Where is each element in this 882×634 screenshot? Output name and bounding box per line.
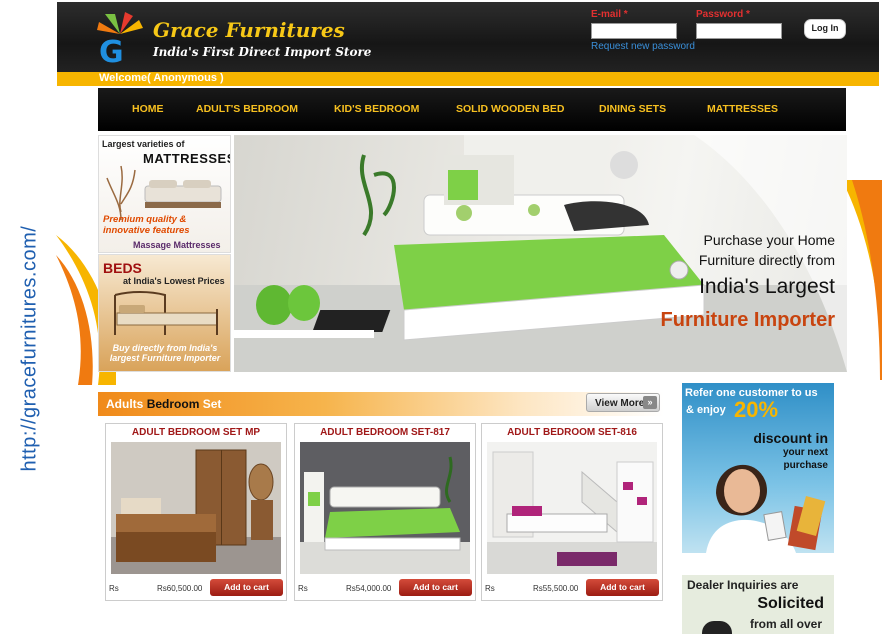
referral-percent: 20% (734, 397, 779, 422)
section-title-part2: Bedroom (146, 397, 200, 411)
product-card[interactable]: ADULT BEDROOM SET-817 Rs Rs54,000.00 Add… (294, 423, 476, 601)
promo-mattress-line1: Largest varieties of (102, 139, 185, 149)
promo-beds-caption: Buy directly from India's largest Furnit… (109, 343, 221, 363)
nav-item-home[interactable]: HOME (132, 88, 164, 131)
banner-line4: Furniture Importer (660, 309, 835, 331)
side-url-text: http://gracefurnitures.com/ (18, 225, 41, 472)
product-image[interactable] (111, 442, 281, 574)
promo-beds-heading: BEDS (103, 260, 142, 276)
product-title: ADULT BEDROOM SET MP (131, 427, 261, 438)
decorative-swoosh-right (842, 180, 882, 380)
section-title-part1: Adults (106, 397, 144, 411)
dealer-person-image (702, 621, 732, 634)
promo-beds[interactable]: BEDS at India's Lowest Prices Buy direct… (98, 254, 231, 372)
product-card[interactable]: ADULT BEDROOM SET-816 Rs Rs55,500.00 Add… (481, 423, 663, 601)
product-currency: Rs (109, 584, 119, 593)
view-more-label: View More (595, 398, 645, 409)
product-price: Rs60,500.00 (157, 584, 203, 593)
promo-mattress-features: Premium quality & innovative features (103, 214, 190, 236)
dealer-ad[interactable]: Dealer Inquiries are Solicited from all … (682, 575, 834, 634)
product-currency: Rs (298, 584, 308, 593)
product-price: Rs55,500.00 (533, 584, 579, 593)
brand-name: Grace Furnitures (153, 18, 345, 42)
main-nav: HOME ADULT'S BEDROOM KID'S BEDROOM SOLID… (98, 88, 846, 131)
banner-line3: India's Largest (699, 275, 835, 298)
woman-shopper-image (706, 464, 826, 553)
login-button[interactable]: Log In (804, 19, 846, 39)
nav-item-mattresses[interactable]: MATTRESSES (707, 88, 778, 131)
site-header: G Grace Furnitures India's First Direct … (57, 2, 879, 72)
email-label: E-mail * (591, 9, 628, 20)
dealer-line2: Solicited (757, 595, 824, 612)
referral-line2: & enjoy (686, 404, 726, 416)
referral-ad[interactable]: Refer one customer to us & enjoy 20% dis… (682, 383, 834, 553)
section-title: Adults Bedroom Set (106, 392, 221, 416)
promo-beds-sub: at India's Lowest Prices (123, 276, 225, 286)
welcome-bar: Welcome( Anonymous ) (57, 72, 879, 86)
nav-item-solid-wooden-bed[interactable]: SOLID WOODEN BED (456, 88, 565, 131)
section-title-part3: Set (202, 397, 222, 411)
grace-logo-icon[interactable]: G (95, 12, 145, 64)
brand-tagline: India's First Direct Import Store (153, 45, 372, 59)
section-header-bar: Adults Bedroom Set (98, 392, 664, 416)
promo-mattress-heading: MATTRESSES (143, 151, 231, 166)
product-title: ADULT BEDROOM SET-816 (507, 427, 637, 438)
welcome-text: Welcome( Anonymous ) (99, 72, 224, 84)
add-to-cart-button[interactable]: Add to cart (586, 579, 659, 596)
view-more-button[interactable]: View More » (586, 393, 660, 412)
request-password-link[interactable]: Request new password (591, 41, 695, 52)
product-image[interactable] (487, 442, 657, 574)
svg-text:G: G (99, 35, 124, 64)
dealer-line3: from all over (749, 617, 822, 631)
product-currency: Rs (485, 584, 495, 593)
nav-item-adults-bedroom[interactable]: ADULT'S BEDROOM (196, 88, 298, 131)
product-image[interactable] (300, 442, 470, 574)
double-chevron-right-icon: » (643, 396, 657, 409)
promo-mattress[interactable]: Largest varieties of MATTRESSES Premium … (98, 135, 231, 253)
password-label: Password * (696, 9, 750, 20)
branch-decoration (106, 165, 136, 220)
product-title: ADULT BEDROOM SET-817 (320, 427, 450, 438)
banner-line2: Furniture directly from (698, 252, 835, 268)
product-price: Rs54,000.00 (346, 584, 392, 593)
banner-line1: Purchase your Home (703, 232, 835, 248)
mattress-image (144, 180, 222, 208)
hero-banner[interactable]: Purchase your Home Furniture directly fr… (234, 135, 847, 372)
add-to-cart-button[interactable]: Add to cart (399, 579, 472, 596)
add-to-cart-button[interactable]: Add to cart (210, 579, 283, 596)
bed-image (114, 291, 218, 335)
product-card[interactable]: ADULT BEDROOM SET MP Rs Rs60,500.00 Add … (105, 423, 287, 601)
email-field[interactable] (591, 23, 677, 39)
nav-item-dining-sets[interactable]: DINING SETS (599, 88, 666, 131)
password-field[interactable] (696, 23, 782, 39)
nav-item-kids-bedroom[interactable]: KID'S BEDROOM (334, 88, 419, 131)
promo-mattress-caption: Massage Mattresses (133, 240, 221, 250)
dealer-line1: Dealer Inquiries are (687, 578, 799, 592)
